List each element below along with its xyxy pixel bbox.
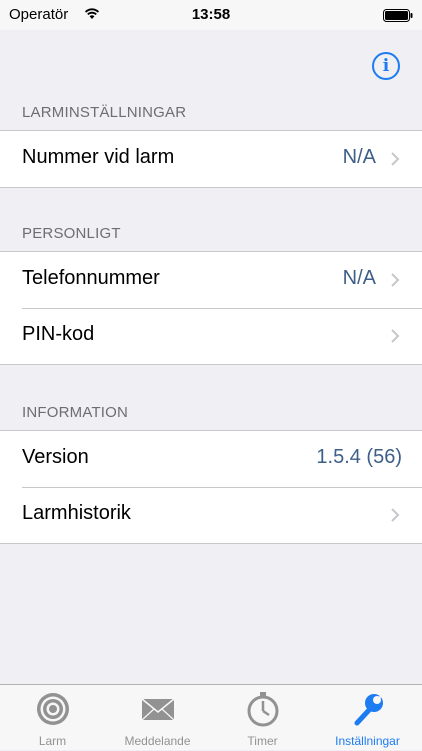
tab-timer[interactable]: Timer: [210, 685, 315, 751]
row-label: Telefonnummer: [22, 267, 160, 289]
info-button[interactable]: i: [372, 52, 400, 80]
tab-message[interactable]: Meddelande: [105, 685, 210, 751]
version-value: 1.5.4 (56): [316, 446, 402, 468]
row-alarm-history[interactable]: Larmhistorik: [0, 487, 422, 543]
stopwatch-icon: [247, 692, 279, 727]
wrench-icon: [354, 693, 384, 726]
information-group: Version 1.5.4 (56) Larmhistorik: [0, 430, 422, 544]
target-icon: [37, 693, 69, 725]
tab-label: Larm: [38, 734, 67, 748]
chevron-right-icon: [391, 508, 400, 522]
battery-icon: [383, 9, 413, 22]
row-alarm-number[interactable]: Nummer vid larm N/A: [0, 131, 422, 187]
alarm-settings-group: Nummer vid larm N/A: [0, 130, 422, 188]
clock: 13:58: [191, 6, 231, 23]
chevron-right-icon: [391, 273, 400, 287]
envelope-icon: [141, 698, 175, 721]
row-phone-number[interactable]: Telefonnummer N/A: [0, 252, 422, 308]
row-pin-code[interactable]: PIN-kod: [0, 308, 422, 364]
navigation-bar: [0, 30, 422, 94]
row-version: Version 1.5.4 (56): [0, 431, 422, 487]
row-label: Nummer vid larm: [22, 146, 175, 168]
row-value: N/A: [342, 146, 376, 168]
row-label: PIN-kod: [22, 323, 95, 345]
tab-label: Inställningar: [335, 734, 400, 748]
personal-group: Telefonnummer N/A PIN-kod: [0, 251, 422, 365]
section-header-information: INFORMATION: [22, 404, 129, 421]
chevron-right-icon: [391, 329, 400, 343]
section-header-personal: PERSONLIGT: [22, 225, 121, 242]
section-header-alarm-settings: LARMINSTÄLLNINGAR: [22, 104, 187, 121]
tab-alarm[interactable]: Larm: [0, 685, 105, 751]
row-label: Larmhistorik: [22, 502, 131, 524]
row-value: N/A: [342, 267, 376, 289]
row-label: Version: [22, 446, 89, 468]
tab-settings[interactable]: Inställningar: [315, 685, 420, 751]
chevron-right-icon: [391, 152, 400, 166]
tab-bar: Larm Meddelande Timer Inställningar: [0, 684, 422, 750]
status-bar: Operatör 13:58: [0, 0, 422, 30]
tab-label: Timer: [247, 734, 278, 748]
tab-label: Meddelande: [124, 734, 191, 748]
